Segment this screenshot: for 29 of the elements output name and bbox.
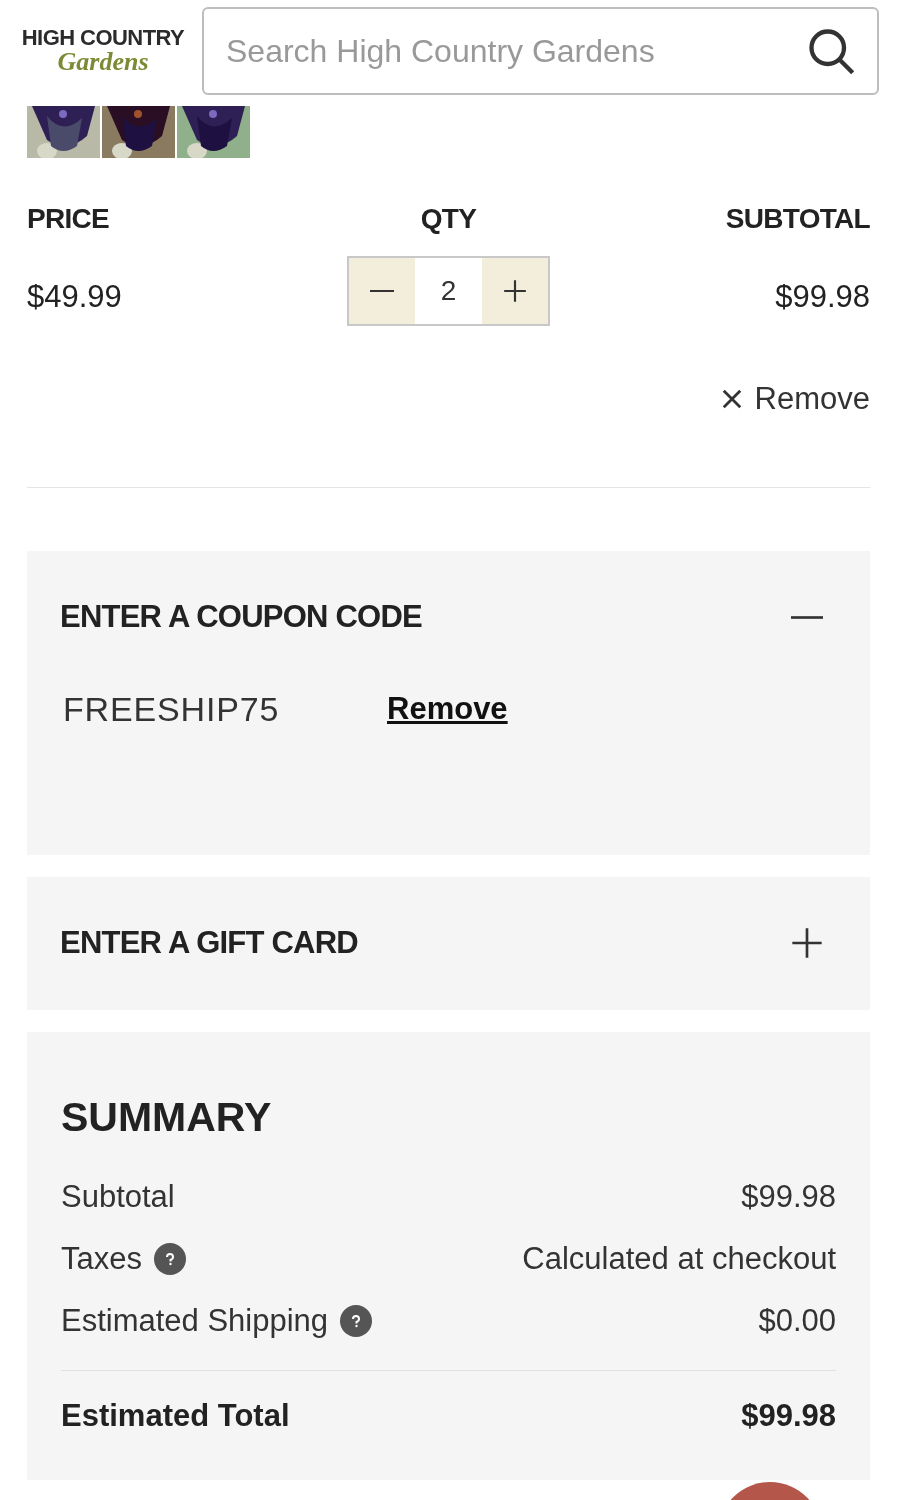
quantity-field[interactable]: 2 (415, 256, 482, 326)
help-icon[interactable] (340, 1305, 373, 1337)
subtotal: $99.98 (775, 278, 870, 316)
summary-value: Calculated at checkout (522, 1239, 836, 1278)
help-icon[interactable] (154, 1243, 186, 1275)
accordion-header[interactable]: ENTER A GIFT CARD (60, 876, 837, 1010)
price-label: PRICE (27, 202, 111, 236)
summary-label: Estimated Shipping (61, 1301, 329, 1340)
summary-value: $0.00 (758, 1301, 836, 1340)
minus-icon (791, 615, 823, 619)
total-value: $99.98 (741, 1397, 836, 1435)
accordion-header[interactable]: ENTER A COUPON CODE (60, 550, 837, 684)
plus-icon (791, 927, 823, 959)
minus-icon (369, 290, 395, 292)
qty-label: QTY (420, 202, 477, 236)
remove-link[interactable]: Remove (387, 685, 508, 733)
logo[interactable]: HIGH COUNTRY Gardens (18, 27, 188, 75)
remove-button[interactable]: Remove (720, 376, 870, 423)
summary-label: Taxes (61, 1239, 142, 1278)
summary-label: Subtotal (61, 1177, 175, 1216)
subtotal-label: SUBTOTAL (725, 202, 870, 236)
summary-value: $99.98 (741, 1177, 836, 1216)
search-field[interactable]: Search High Country Gardens (202, 7, 879, 95)
plus-icon (502, 278, 528, 304)
summary-title: SUMMARY (61, 1092, 273, 1142)
coupon-code: FREESHIP75 (62, 688, 281, 730)
price: $49.99 (27, 278, 123, 316)
total-label: Estimated Total (61, 1397, 290, 1435)
close-icon (720, 388, 743, 411)
